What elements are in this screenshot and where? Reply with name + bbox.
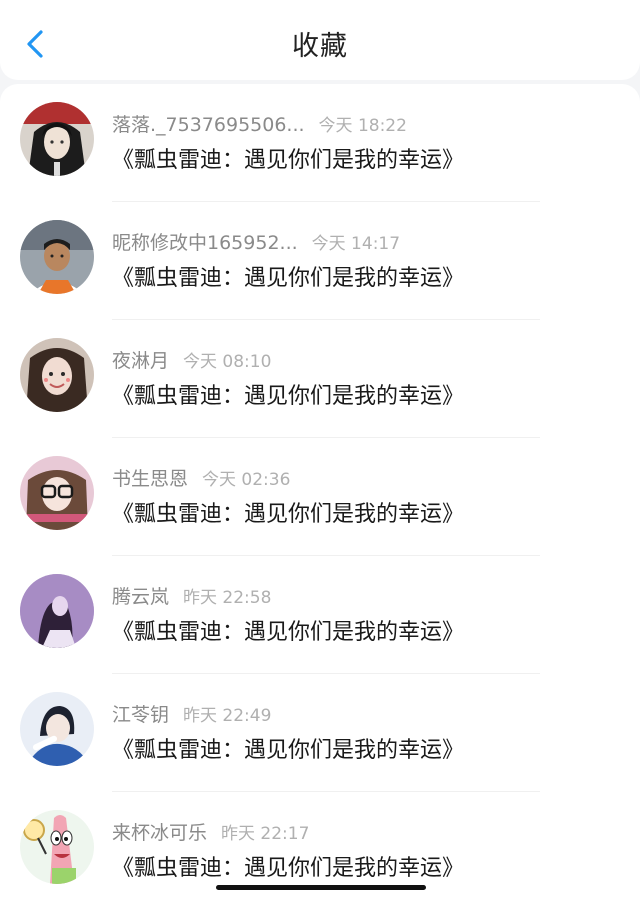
list-item[interactable]: 来杯冰可乐 昨天 22:17 《瓢虫雷迪：遇见你们是我的幸运》 xyxy=(0,792,640,898)
avatar[interactable] xyxy=(20,220,94,294)
user-name[interactable]: 落落._7537695506... xyxy=(112,114,305,136)
timestamp: 今天 18:22 xyxy=(318,116,407,136)
item-meta: 夜淋月 今天 08:10 xyxy=(112,346,271,372)
timestamp: 昨天 22:49 xyxy=(183,706,272,726)
avatar-patrick-cartoon-icon xyxy=(20,810,94,884)
favorites-list[interactable]: 落落._7537695506... 今天 18:22 《瓢虫雷迪：遇见你们是我的幸… xyxy=(0,84,640,898)
list-item[interactable]: 落落._7537695506... 今天 18:22 《瓢虫雷迪：遇见你们是我的幸… xyxy=(0,84,640,202)
avatar[interactable] xyxy=(20,810,94,884)
user-name[interactable]: 昵称修改中165952... xyxy=(112,232,298,254)
favorite-title[interactable]: 《瓢虫雷迪：遇见你们是我的幸运》 xyxy=(112,850,464,882)
item-meta: 腾云岚 昨天 22:58 xyxy=(112,582,271,608)
avatar[interactable] xyxy=(20,338,94,412)
avatar-girl-photo-icon xyxy=(20,338,94,412)
home-indicator[interactable] xyxy=(216,885,426,890)
avatar[interactable] xyxy=(20,102,94,176)
list-item[interactable]: 腾云岚 昨天 22:58 《瓢虫雷迪：遇见你们是我的幸运》 xyxy=(0,556,640,674)
timestamp: 今天 14:17 xyxy=(311,234,401,254)
timestamp: 今天 02:36 xyxy=(202,470,291,490)
user-name[interactable]: 江苓钥 xyxy=(112,704,169,726)
favorite-title[interactable]: 《瓢虫雷迪：遇见你们是我的幸运》 xyxy=(112,378,464,410)
favorite-title[interactable]: 《瓢虫雷迪：遇见你们是我的幸运》 xyxy=(112,260,464,292)
avatar-anime-character-icon xyxy=(20,102,94,176)
user-name[interactable]: 书生思恩 xyxy=(112,468,188,490)
timestamp: 昨天 22:58 xyxy=(183,588,272,608)
item-meta: 昵称修改中165952... 今天 14:17 xyxy=(112,228,400,254)
favorite-title[interactable]: 《瓢虫雷迪：遇见你们是我的幸运》 xyxy=(112,496,464,528)
avatar[interactable] xyxy=(20,456,94,530)
user-name[interactable]: 腾云岚 xyxy=(112,586,169,608)
list-item[interactable]: 夜淋月 今天 08:10 《瓢虫雷迪：遇见你们是我的幸运》 xyxy=(0,320,640,438)
item-meta: 书生思恩 今天 02:36 xyxy=(112,464,290,490)
list-item[interactable]: 江苓钥 昨天 22:49 《瓢虫雷迪：遇见你们是我的幸运》 xyxy=(0,674,640,792)
timestamp: 今天 08:10 xyxy=(183,352,272,372)
list-item[interactable]: 昵称修改中165952... 今天 14:17 《瓢虫雷迪：遇见你们是我的幸运》 xyxy=(0,202,640,320)
favorite-title[interactable]: 《瓢虫雷迪：遇见你们是我的幸运》 xyxy=(112,732,464,764)
favorite-title[interactable]: 《瓢虫雷迪：遇见你们是我的幸运》 xyxy=(112,614,464,646)
list-item[interactable]: 书生思恩 今天 02:36 《瓢虫雷迪：遇见你们是我的幸运》 xyxy=(0,438,640,556)
avatar[interactable] xyxy=(20,574,94,648)
page-title: 收藏 xyxy=(292,31,348,62)
item-meta: 江苓钥 昨天 22:49 xyxy=(112,700,271,726)
user-name[interactable]: 夜淋月 xyxy=(112,350,169,372)
avatar-purple-figure-icon xyxy=(20,574,94,648)
item-meta: 落落._7537695506... 今天 18:22 xyxy=(112,110,407,136)
avatar-glasses-girl-icon xyxy=(20,456,94,530)
item-meta: 来杯冰可乐 昨天 22:17 xyxy=(112,818,309,844)
avatar[interactable] xyxy=(20,692,94,766)
top-nav-bar: 收藏 xyxy=(0,0,640,80)
avatar-boy-photo-icon xyxy=(20,220,94,294)
user-name[interactable]: 来杯冰可乐 xyxy=(112,822,207,844)
favorite-title[interactable]: 《瓢虫雷迪：遇见你们是我的幸运》 xyxy=(112,142,464,174)
timestamp: 昨天 22:17 xyxy=(221,824,310,844)
avatar-blue-figure-icon xyxy=(20,692,94,766)
